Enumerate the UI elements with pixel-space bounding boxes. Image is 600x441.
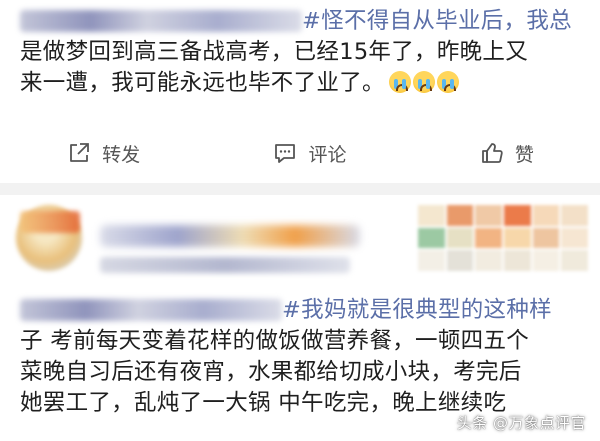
post-text-line: #我妈就是很典型的这种样 xyxy=(20,295,586,326)
action-bar: 转发 评论 赞 xyxy=(0,133,600,173)
like-label: 赞 xyxy=(514,143,534,166)
user-header xyxy=(0,195,600,290)
post-text-line: #怪不得自从毕业后，我总 xyxy=(20,6,586,37)
comment-label: 评论 xyxy=(308,143,347,166)
post-separator xyxy=(0,183,600,195)
post-card: #我妈就是很典型的这种样 子 考前每天变着花样的做饭做营养餐，一顿四五个 菜晚自… xyxy=(0,195,600,441)
post-text-line: 是做梦回到高三备战高考，已经15年了，昨晚上又 xyxy=(20,39,529,65)
crying-face-icon xyxy=(436,71,459,93)
hashtag-text[interactable]: #怪不得自从毕业后，我总 xyxy=(302,8,572,34)
blurred-username[interactable] xyxy=(100,225,360,247)
blurred-username xyxy=(20,299,282,321)
post-card: #怪不得自从毕业后，我总 是做梦回到高三备战高考，已经15年了，昨晚上又 来一遭… xyxy=(0,0,600,183)
comment-button[interactable]: 评论 xyxy=(272,140,347,167)
repost-label: 转发 xyxy=(102,143,141,166)
post-text-line: 来一遭，我可能永远也毕不了业了。 xyxy=(20,68,586,99)
profile-decoration xyxy=(418,205,588,271)
watermark: 头条 @万象点评官 xyxy=(456,414,586,432)
like-button[interactable]: 赞 xyxy=(479,140,534,167)
thumbs-up-icon xyxy=(481,143,503,163)
hashtag-text[interactable]: #我妈就是很典型的这种样 xyxy=(282,297,552,323)
comment-icon xyxy=(275,144,296,163)
post-text-line: 菜晚自习后还有夜宵，水果都给切成小块，考完后 xyxy=(20,359,522,385)
blurred-username xyxy=(20,10,302,32)
post-text-segment: 来一遭，我可能永远也毕不了业了。 xyxy=(20,70,385,96)
repost-button[interactable]: 转发 xyxy=(66,140,140,167)
crying-face-icon xyxy=(388,71,411,93)
avatar-badge xyxy=(20,211,80,233)
share-icon xyxy=(70,143,90,162)
post-text-line: 子 考前每天变着花样的做饭做营养餐，一顿四五个 xyxy=(20,328,530,354)
blurred-post-meta xyxy=(100,257,350,273)
crying-face-icon xyxy=(412,71,435,93)
emoji-group xyxy=(388,71,459,93)
